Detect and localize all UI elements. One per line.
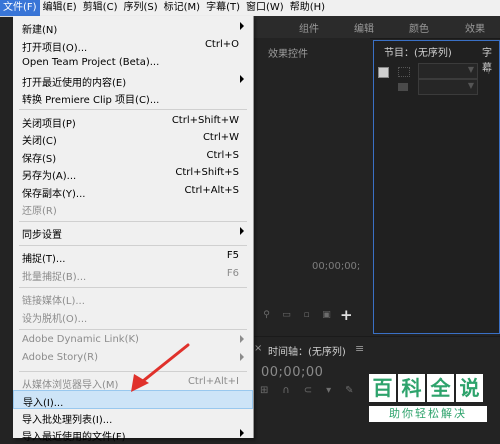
annotation-arrow-icon	[131, 343, 190, 392]
annotation-arrow-shaft	[136, 343, 190, 387]
